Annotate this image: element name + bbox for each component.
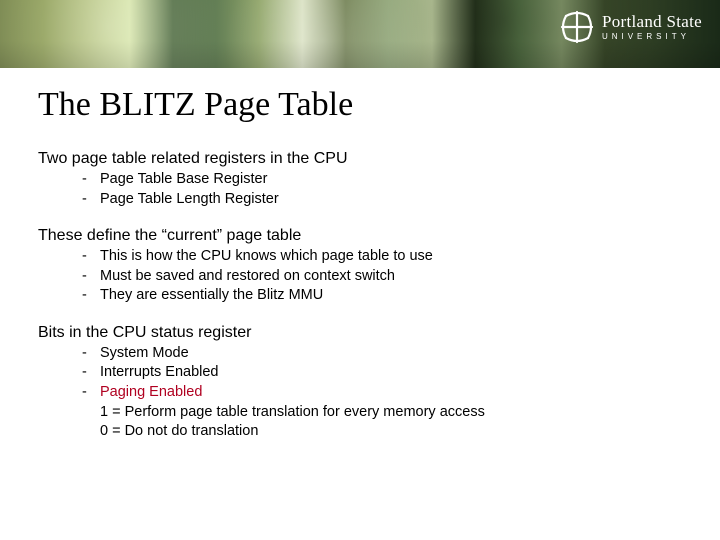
slide-content: The BLITZ Page Table Two page table rela… bbox=[0, 68, 720, 442]
bullet-text: Page Table Base Register bbox=[100, 170, 267, 190]
bullet-list: -System Mode -Interrupts Enabled -Paging… bbox=[82, 344, 682, 442]
list-item: -System Mode bbox=[82, 344, 682, 364]
section-0: Two page table related registers in the … bbox=[38, 150, 682, 209]
bullet-list: -Page Table Base Register -Page Table Le… bbox=[82, 170, 682, 209]
section-heading: Bits in the CPU status register bbox=[38, 324, 682, 342]
section-1: These define the “current” page table -T… bbox=[38, 227, 682, 306]
section-heading: These define the “current” page table bbox=[38, 227, 682, 245]
list-item: -This is how the CPU knows which page ta… bbox=[82, 247, 682, 267]
list-sub-item: 0 = Do not do translation bbox=[100, 422, 682, 442]
bullet-text: Page Table Length Register bbox=[100, 190, 279, 210]
university-logo: Portland State UNIVERSITY bbox=[560, 10, 702, 44]
bullet-text: This is how the CPU knows which page tab… bbox=[100, 247, 433, 267]
list-item: -Page Table Base Register bbox=[82, 170, 682, 190]
bullet-list: -This is how the CPU knows which page ta… bbox=[82, 247, 682, 306]
slide-title: The BLITZ Page Table bbox=[38, 86, 682, 124]
list-item: -They are essentially the Blitz MMU bbox=[82, 286, 682, 306]
logo-mark-icon bbox=[560, 10, 594, 44]
header-banner: Portland State UNIVERSITY bbox=[0, 0, 720, 68]
section-2: Bits in the CPU status register -System … bbox=[38, 324, 682, 442]
bullet-text: Interrupts Enabled bbox=[100, 363, 219, 383]
list-sub-item: 1 = Perform page table translation for e… bbox=[100, 403, 682, 423]
list-item: -Paging Enabled bbox=[82, 383, 682, 403]
logo-text-line2: UNIVERSITY bbox=[602, 33, 702, 41]
bullet-text: 0 = Do not do translation bbox=[100, 422, 258, 442]
bullet-text: Must be saved and restored on context sw… bbox=[100, 267, 395, 287]
section-heading: Two page table related registers in the … bbox=[38, 150, 682, 168]
bullet-text: They are essentially the Blitz MMU bbox=[100, 286, 323, 306]
logo-text-line1: Portland State bbox=[602, 13, 702, 30]
list-item: -Must be saved and restored on context s… bbox=[82, 267, 682, 287]
bullet-text: Paging Enabled bbox=[100, 383, 202, 403]
list-item: -Interrupts Enabled bbox=[82, 363, 682, 383]
list-item: -Page Table Length Register bbox=[82, 190, 682, 210]
bullet-text: System Mode bbox=[100, 344, 189, 364]
bullet-text: 1 = Perform page table translation for e… bbox=[100, 403, 485, 423]
